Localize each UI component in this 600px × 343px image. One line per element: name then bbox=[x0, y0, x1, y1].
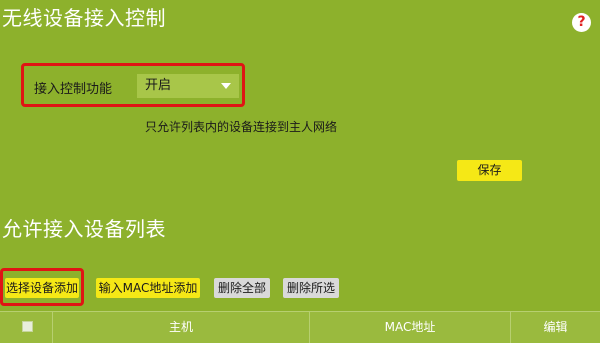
select-device-add-button[interactable]: 选择设备添加 bbox=[5, 278, 79, 298]
page-title: 无线设备接入控制 bbox=[2, 6, 166, 30]
access-control-select[interactable]: 开启 bbox=[137, 74, 239, 98]
access-control-selected-value: 开启 bbox=[145, 78, 172, 93]
save-button[interactable]: 保存 bbox=[457, 160, 522, 181]
chevron-down-icon bbox=[221, 83, 231, 89]
mac-address-add-button[interactable]: 输入MAC地址添加 bbox=[96, 278, 200, 298]
select-all-cell bbox=[0, 312, 52, 343]
help-icon[interactable]: ? bbox=[572, 13, 591, 32]
column-header-edit: 编辑 bbox=[510, 312, 600, 343]
access-control-description: 只允许列表内的设备连接到主人网络 bbox=[145, 120, 338, 134]
device-table-header: 主机 MAC地址 编辑 bbox=[0, 311, 600, 343]
device-list-title: 允许接入设备列表 bbox=[2, 217, 166, 241]
delete-selected-button[interactable]: 删除所选 bbox=[283, 278, 339, 298]
delete-all-button[interactable]: 删除全部 bbox=[214, 278, 270, 298]
access-control-label: 接入控制功能 bbox=[34, 82, 113, 97]
column-header-mac: MAC地址 bbox=[309, 312, 510, 343]
column-header-host: 主机 bbox=[52, 312, 309, 343]
select-all-checkbox[interactable] bbox=[22, 321, 33, 332]
